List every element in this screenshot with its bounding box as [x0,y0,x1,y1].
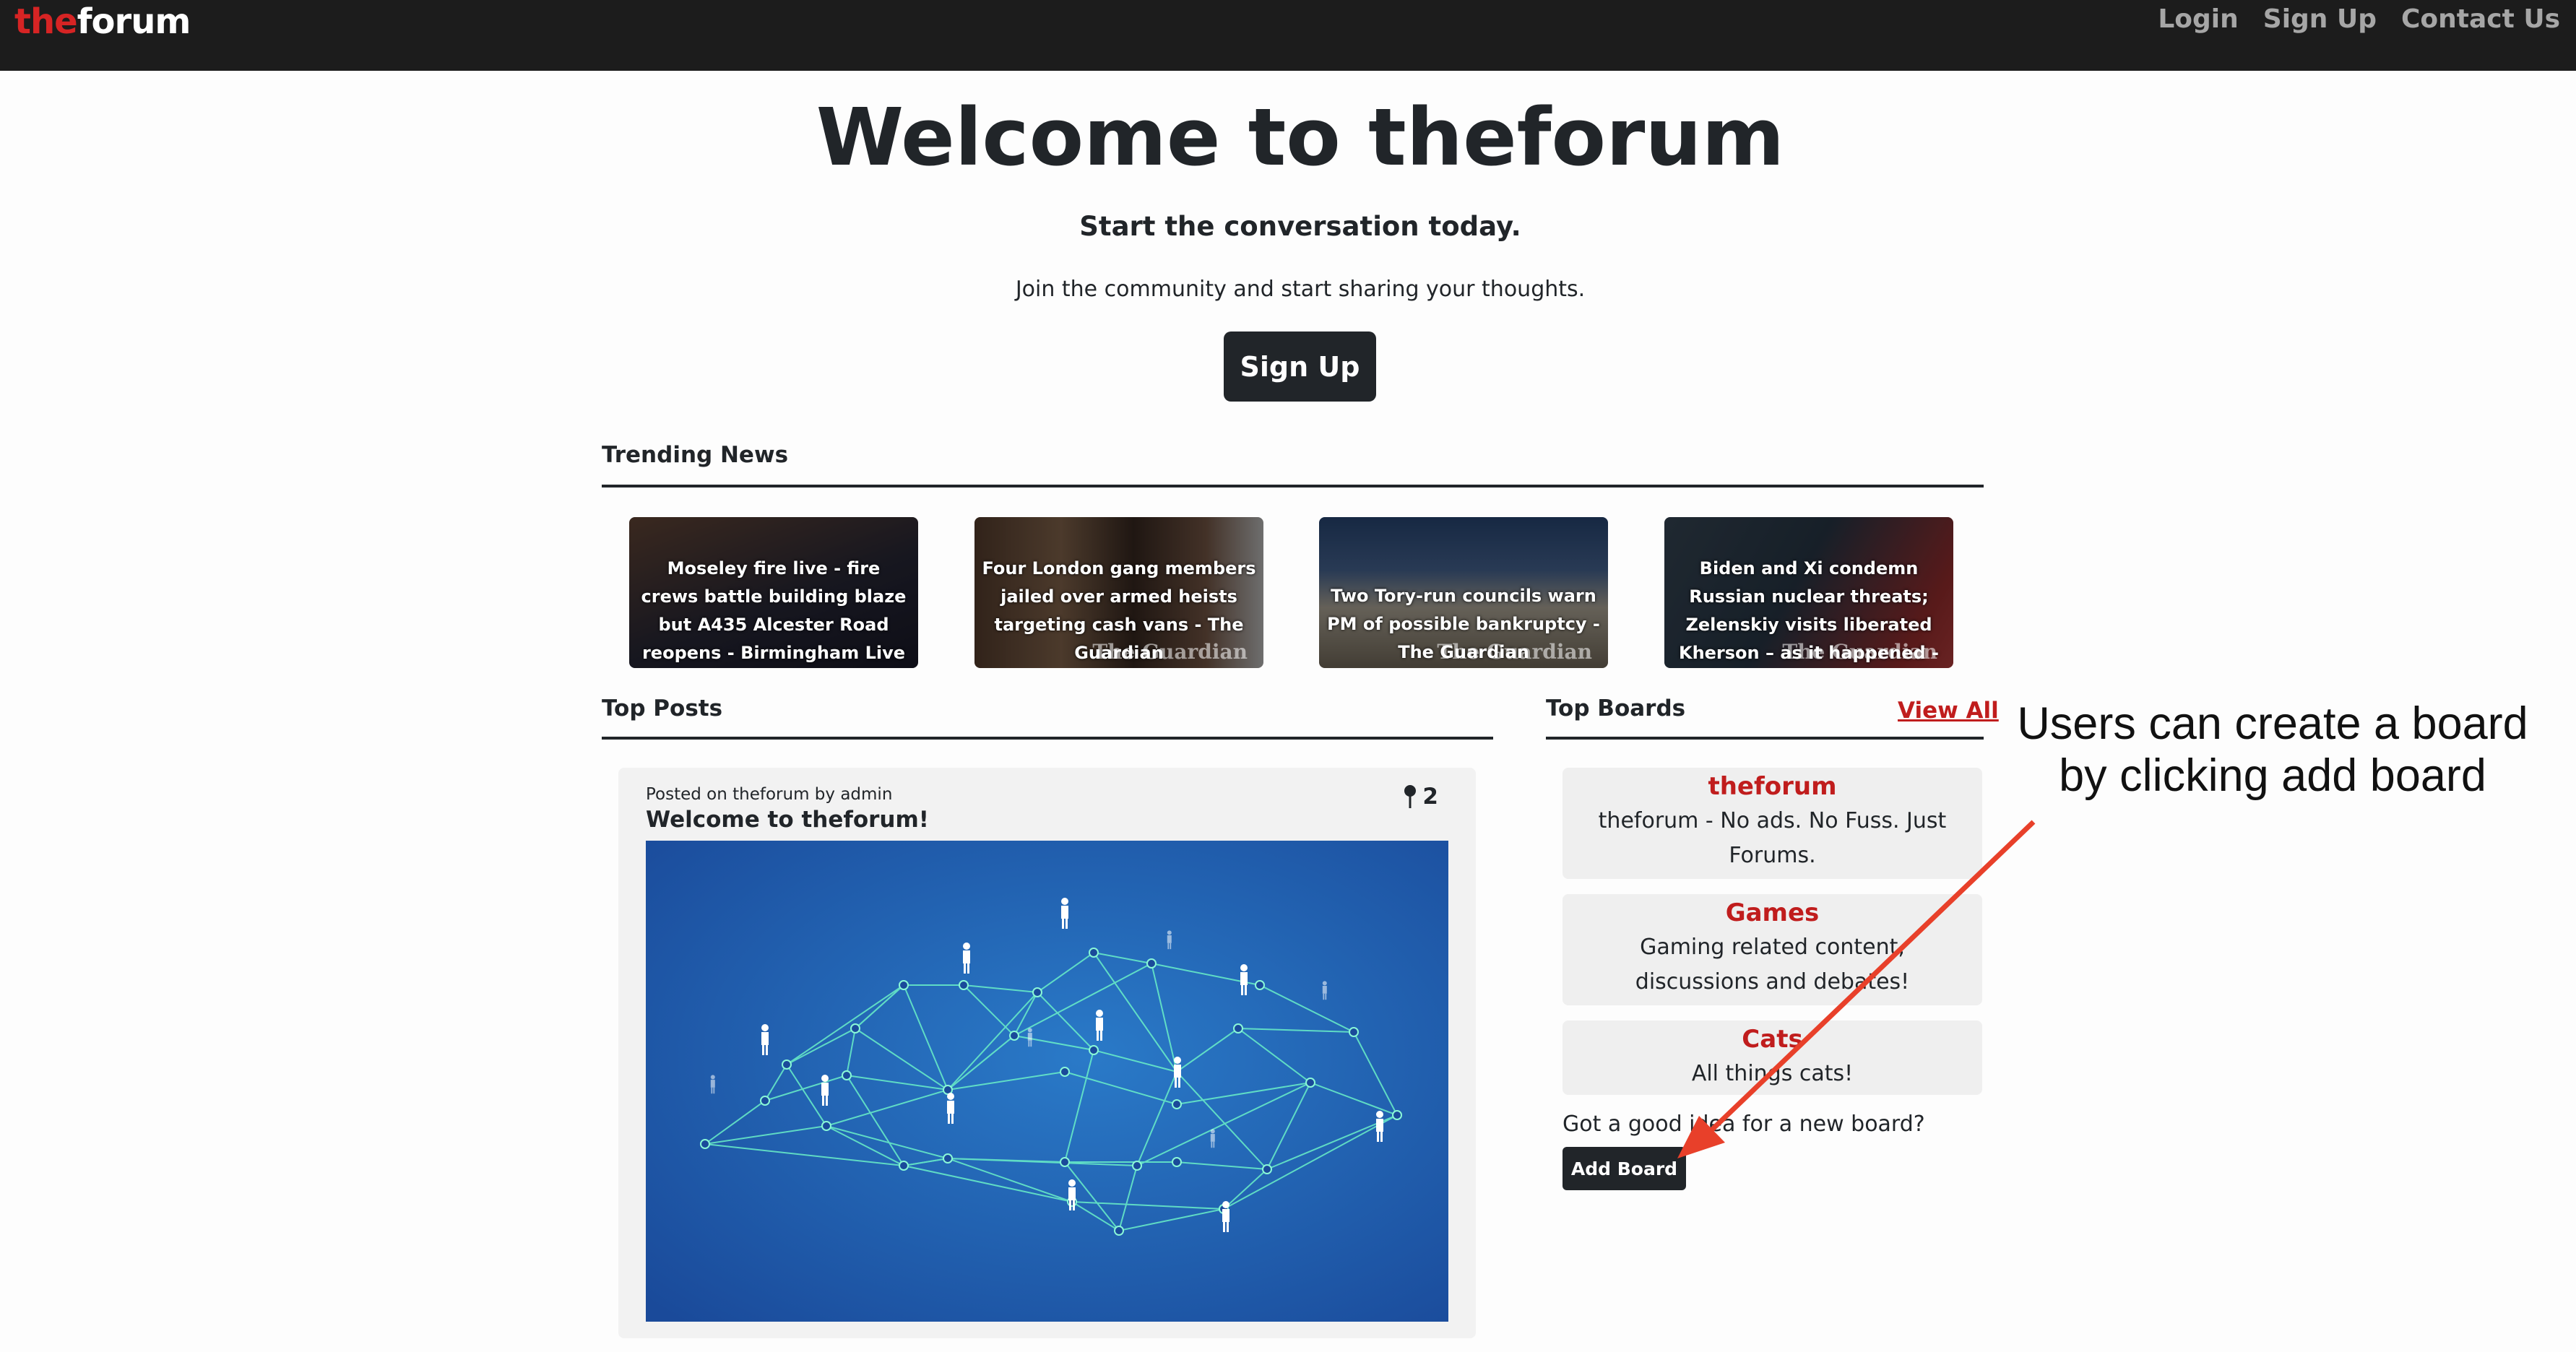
news-card[interactable]: Moseley fire live - fire crews battle bu… [629,517,918,668]
nav-login-link[interactable]: Login [2158,4,2238,34]
news-watermark: The Guardian [1782,640,1937,664]
annotation-callout: Users can create a board by clicking add… [2017,698,2528,801]
board-name[interactable]: Cats [1563,1025,1982,1054]
nav-signup-link[interactable]: Sign Up [2263,4,2377,34]
news-card[interactable]: Four London gang members jailed over arm… [974,517,1263,668]
post-meta: Posted on theforum by admin [646,785,893,804]
trending-heading: Trending News [602,442,789,468]
board-description: Gaming related content, discussions and … [1635,935,1910,994]
board-description: theforum - No ads. No Fuss. Just Forums. [1598,808,1947,868]
new-board-prompt: Got a good idea for a new board? [1563,1112,1925,1137]
brand-part-the: the [14,1,78,42]
brand-part-forum: forum [77,1,191,42]
top-boards-heading: Top Boards [1546,696,1686,722]
brand-logo[interactable]: theforum [14,1,191,42]
hero-description: Join the community and start sharing you… [1015,277,1586,302]
top-posts-divider [602,737,1493,740]
top-boards-divider [1546,737,1984,740]
post-title[interactable]: Welcome to theforum! [646,807,929,833]
board-card-cats[interactable]: Cats All things cats! [1563,1020,1982,1095]
board-name[interactable]: Games [1563,898,1982,927]
network-people-image [646,841,1448,1322]
board-card-games[interactable]: Games Gaming related content, discussion… [1563,894,1982,1005]
nav-contact-link[interactable]: Contact Us [2401,4,2560,34]
nav-links: Login Sign Up Contact Us [2158,4,2560,34]
news-title: Moseley fire live - fire crews battle bu… [641,558,907,663]
pin-count-value: 2 [1422,784,1438,810]
post-card[interactable]: Posted on theforum by admin Welcome to t… [618,768,1476,1338]
news-watermark: The Guardian [1437,640,1592,664]
pin-icon [1404,785,1417,808]
board-card-theforum[interactable]: theforum theforum - No ads. No Fuss. Jus… [1563,768,1982,879]
top-posts-heading: Top Posts [602,696,723,722]
hero-subtitle: Start the conversation today. [1079,211,1521,242]
news-card[interactable]: Two Tory-run councils warn PM of possibl… [1319,517,1608,668]
news-watermark: The Guardian [1092,640,1248,664]
hero-title: Welcome to theforum [816,91,1785,183]
news-card[interactable]: Biden and Xi condemn Russian nuclear thr… [1664,517,1953,668]
pin-count[interactable]: 2 [1402,784,1438,810]
add-board-button[interactable]: Add Board [1563,1147,1686,1190]
board-description: All things cats! [1691,1061,1854,1086]
view-all-boards-link[interactable]: View All [1898,698,1999,724]
hero-signup-button[interactable]: Sign Up [1224,332,1376,402]
board-name[interactable]: theforum [1563,772,1982,801]
trending-divider [602,485,1984,488]
navbar: theforum Login Sign Up Contact Us [0,0,2576,71]
